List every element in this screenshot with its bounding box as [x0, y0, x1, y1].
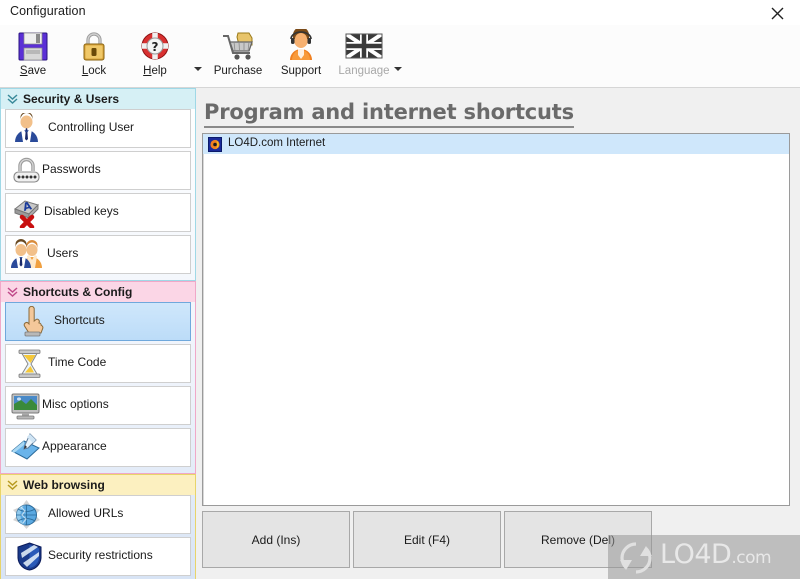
uk-flag-icon: [330, 28, 398, 64]
sidebar-group-security-users: Security & Users Controlling User Passwo…: [0, 88, 196, 281]
two-people-icon: [11, 239, 42, 268]
edit-button[interactable]: Edit (F4): [353, 511, 501, 568]
toolbar-label-language: Language: [338, 65, 390, 77]
sidebar-item-label: Allowed URLs: [48, 506, 124, 520]
sidebar-group-header-security-users[interactable]: Security & Users: [1, 89, 195, 109]
sidebar-item-passwords[interactable]: Passwords: [5, 151, 191, 190]
toolbar-label-purchase: Purchase: [213, 65, 263, 77]
sidebar-item-label: Misc options: [42, 397, 109, 411]
toolbar-label-help: Help: [143, 65, 167, 77]
configuration-window: Configuration Save Lock ? Help Purchase …: [0, 0, 800, 579]
sidebar-item-label: Time Code: [48, 355, 107, 369]
sidebar-group-header-shortcuts-config[interactable]: Shortcuts & Config: [1, 282, 195, 302]
sidebar-group-title: Web browsing: [23, 478, 105, 492]
toolbar-button-help[interactable]: ? Help: [127, 28, 183, 84]
chevron-double-down-icon: [7, 287, 18, 298]
watermark-brand: LO4D: [660, 539, 732, 570]
shield-icon: [17, 542, 42, 571]
sidebar-group-header-web-browsing[interactable]: Web browsing: [1, 475, 195, 495]
headset-person-icon: [270, 28, 332, 64]
pointing-hand-icon: [23, 306, 44, 337]
list-item-label: LO4D.com Internet: [228, 137, 326, 149]
toolbar-button-language[interactable]: Language: [330, 28, 398, 84]
sidebar-group-shortcuts-config: Shortcuts & Config Shortcuts Time Code M…: [0, 281, 196, 474]
globe-icon: [13, 500, 40, 529]
life-ring-question-icon: ?: [127, 28, 183, 64]
window-title: Configuration: [10, 4, 86, 18]
toolbar-label-lock: Lock: [81, 65, 107, 77]
language-dropdown-arrow[interactable]: [392, 63, 404, 75]
padlock-dots-icon: [13, 157, 40, 183]
chevron-double-down-icon: [7, 480, 18, 491]
main-panel: Program and internet shortcuts LO4D.com …: [196, 88, 800, 579]
lo4d-watermark: LO4D.com: [608, 535, 800, 579]
sidebar-item-appearance[interactable]: Appearance: [5, 428, 191, 467]
monitor-icon: [11, 393, 40, 420]
book-pen-icon: [11, 433, 40, 460]
sidebar-item-label: Security restrictions: [48, 548, 153, 562]
sidebar-group-web-browsing: Web browsing Allowed URLs Security restr…: [0, 474, 196, 579]
list-item[interactable]: LO4D.com Internet: [203, 134, 789, 154]
sidebar-group-title: Security & Users: [23, 92, 120, 106]
chevron-double-down-icon: [7, 94, 18, 105]
recycle-arrows-icon: [620, 542, 652, 574]
toolbar-button-save[interactable]: Save: [5, 28, 61, 84]
sidebar: Security & Users Controlling User Passwo…: [0, 88, 197, 579]
sidebar-item-label: Disabled keys: [44, 204, 119, 218]
toolbar: Save Lock ? Help Purchase Support Langua…: [0, 25, 800, 88]
page-title: Program and internet shortcuts: [204, 100, 574, 128]
toolbar-label-support: Support: [280, 65, 322, 77]
sidebar-item-shortcuts[interactable]: Shortcuts: [5, 302, 191, 341]
close-button[interactable]: [754, 0, 800, 25]
toolbar-button-lock[interactable]: Lock: [66, 28, 122, 84]
sidebar-item-security-restrictions[interactable]: Security restrictions: [5, 537, 191, 576]
shopping-cart-icon: [205, 28, 271, 64]
watermark-text: LO4D.com: [660, 539, 772, 570]
sidebar-item-label: Passwords: [42, 162, 101, 176]
toolbar-label-save: Save: [19, 65, 47, 77]
add-button[interactable]: Add (Ins): [202, 511, 350, 568]
sidebar-item-disabled-keys[interactable]: A Disabled keys: [5, 193, 191, 232]
person-blue-suit-icon: [15, 113, 38, 142]
toolbar-button-purchase[interactable]: Purchase: [205, 28, 271, 84]
titlebar: Configuration: [0, 0, 800, 26]
shortcut-file-icon: [208, 137, 222, 152]
sidebar-item-label: Shortcuts: [54, 313, 105, 327]
help-dropdown-arrow[interactable]: [192, 63, 204, 75]
toolbar-button-support[interactable]: Support: [270, 28, 332, 84]
sidebar-item-label: Users: [47, 246, 79, 260]
sidebar-item-allowed-urls[interactable]: Allowed URLs: [5, 495, 191, 534]
hourglass-icon: [18, 349, 41, 378]
shortcuts-listbox[interactable]: LO4D.com Internet: [202, 133, 790, 506]
sidebar-item-controlling-user[interactable]: Controlling User: [5, 109, 191, 148]
sidebar-item-label: Controlling User: [48, 120, 135, 134]
padlock-icon: [66, 28, 122, 64]
svg-text:?: ?: [152, 40, 159, 54]
floppy-disk-icon: [5, 28, 61, 64]
sidebar-item-misc-options[interactable]: Misc options: [5, 386, 191, 425]
key-cross-icon: A: [13, 199, 39, 228]
watermark-suffix: .com: [731, 548, 772, 568]
sidebar-item-time-code[interactable]: Time Code: [5, 344, 191, 383]
close-icon: [771, 7, 784, 20]
sidebar-item-label: Appearance: [42, 439, 107, 453]
sidebar-group-title: Shortcuts & Config: [23, 285, 133, 299]
sidebar-item-users[interactable]: Users: [5, 235, 191, 274]
